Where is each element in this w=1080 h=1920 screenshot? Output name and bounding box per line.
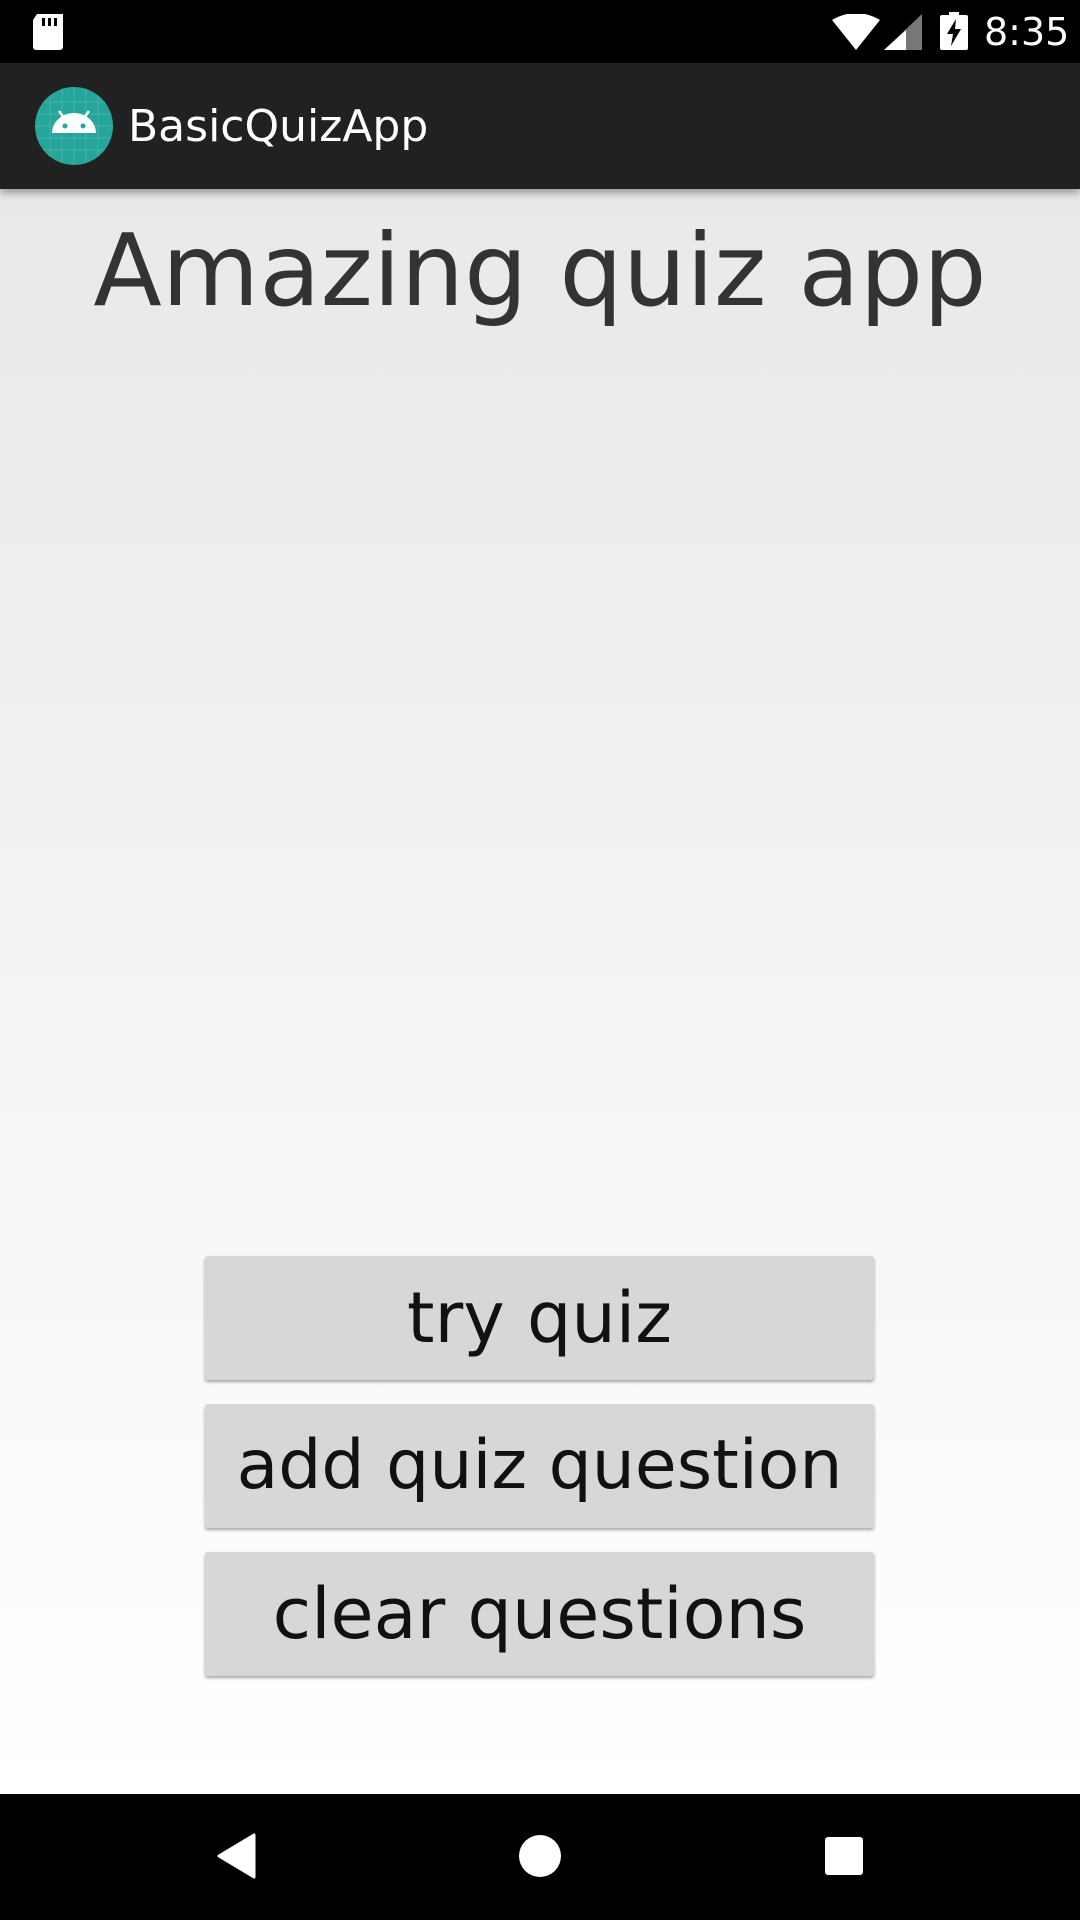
status-bar: 8:35	[0, 0, 1080, 63]
try-quiz-button[interactable]: try quiz	[205, 1256, 874, 1380]
main-content: Amazing quiz app try quiz add quiz quest…	[0, 189, 1080, 1794]
status-clock: 8:35	[984, 10, 1070, 54]
app-bar: BasicQuizApp	[0, 63, 1080, 189]
recents-icon[interactable]	[824, 1836, 864, 1876]
back-icon[interactable]	[216, 1833, 256, 1879]
android-launcher-icon	[35, 87, 113, 165]
app-title: BasicQuizApp	[128, 101, 429, 152]
battery-charging-icon	[940, 12, 968, 50]
wifi-icon	[832, 14, 880, 50]
signal-icon	[884, 14, 922, 50]
page-headline: Amazing quiz app	[93, 212, 987, 329]
add-quiz-question-button[interactable]: add quiz question	[205, 1404, 874, 1528]
sd-card-icon	[33, 14, 63, 50]
clear-questions-button[interactable]: clear questions	[205, 1552, 874, 1676]
navigation-bar	[0, 1794, 1080, 1920]
home-icon[interactable]	[518, 1834, 562, 1878]
